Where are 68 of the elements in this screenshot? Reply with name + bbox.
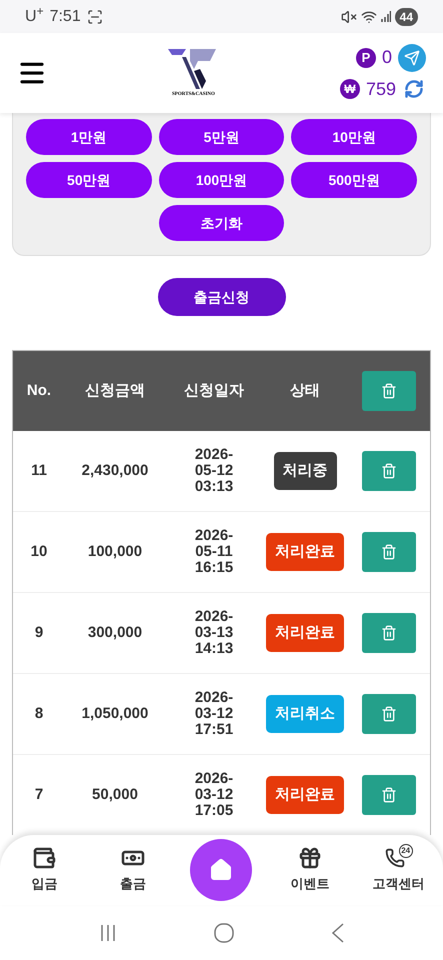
nav-tab[interactable]: 입금	[0, 846, 89, 894]
table-cell-text: 2026- 03-12 17:05	[194, 771, 234, 819]
delete-button[interactable]	[362, 613, 416, 653]
back-icon[interactable]	[330, 922, 344, 942]
clock: 7:51	[50, 6, 81, 26]
column-header: 상태	[289, 380, 321, 401]
table-cell-text: 2026- 05-12 03:13	[194, 447, 234, 495]
home-icon	[209, 858, 234, 882]
table-cell-text: 10	[30, 542, 48, 562]
table-cell-text: 2,430,000	[80, 460, 150, 481]
mute-icon	[340, 8, 357, 24]
table-cell-text: 2026- 03-12 17:51	[194, 690, 234, 738]
trash-icon	[380, 787, 396, 803]
amount-button[interactable]: 100만원	[158, 162, 284, 198]
table-cell-text: 2026- 03-13 14:13	[194, 609, 234, 657]
wifi-icon	[360, 8, 377, 24]
status-badge: 처리완료	[266, 533, 344, 571]
delete-button[interactable]	[362, 775, 416, 815]
delete-button[interactable]	[362, 532, 416, 572]
column-header: No.	[26, 380, 52, 401]
table-cell-text: 300,000	[86, 622, 144, 643]
logo-icon	[168, 47, 218, 92]
amount-button[interactable]: 1만원	[26, 119, 152, 155]
recent-apps-icon[interactable]	[98, 924, 116, 942]
trash-icon	[380, 383, 396, 399]
status-badge: 처리취소	[266, 695, 344, 733]
table-cell-text: 8	[34, 704, 44, 724]
status-badge: 처리완료	[266, 776, 344, 814]
delete-all-button[interactable]	[362, 371, 416, 411]
nav-tab[interactable]: 이벤트	[266, 846, 354, 894]
screenshot-icon	[86, 8, 103, 24]
gift-icon	[298, 846, 322, 870]
amount-button[interactable]: 초기화	[158, 205, 284, 241]
trash-icon	[380, 706, 396, 722]
refresh-icon	[404, 79, 424, 99]
amount-button[interactable]: 50만원	[26, 162, 152, 198]
table-cell-text: 11	[30, 460, 48, 481]
points-value: 0	[382, 46, 392, 69]
trash-icon	[380, 625, 396, 641]
table-cell-text: 2026- 05-11 16:15	[194, 528, 234, 576]
wallet-icon	[32, 846, 56, 870]
trash-icon	[380, 463, 396, 479]
carrier-label: U$^{+}$	[25, 4, 44, 26]
table-cell-text: 9	[34, 622, 44, 643]
status-badge: 처리완료	[266, 614, 344, 652]
table-cell-text: 7	[34, 784, 44, 805]
balance-value: 759	[366, 78, 396, 100]
table-cell-text: 100,000	[86, 542, 144, 562]
amount-button[interactable]: 5만원	[158, 119, 284, 155]
money-coin-icon: ₩	[340, 79, 360, 99]
column-header: 신청금액	[84, 380, 146, 401]
table-cell-text: 1,050,000	[80, 704, 150, 724]
table-cell-text: 50,000	[91, 784, 139, 805]
battery-indicator: 44	[394, 8, 418, 26]
trash-icon	[380, 544, 396, 560]
telegram-button[interactable]	[398, 44, 426, 72]
amount-button[interactable]: 500만원	[291, 162, 417, 198]
column-header: 신청일자	[183, 380, 245, 401]
delete-button[interactable]	[362, 451, 416, 491]
point-coin-icon: P	[356, 48, 376, 68]
paper-plane-icon	[404, 50, 420, 66]
status-badge: 처리중	[274, 452, 336, 490]
delete-button[interactable]	[362, 694, 416, 734]
nav-tab[interactable]: 출금	[88, 846, 178, 894]
amount-button[interactable]: 10만원	[291, 119, 417, 155]
nav-tab[interactable]: 24 고객센터	[354, 846, 443, 894]
withdraw-request-button[interactable]: 출금신청	[158, 278, 286, 316]
signal-icon	[380, 11, 391, 22]
